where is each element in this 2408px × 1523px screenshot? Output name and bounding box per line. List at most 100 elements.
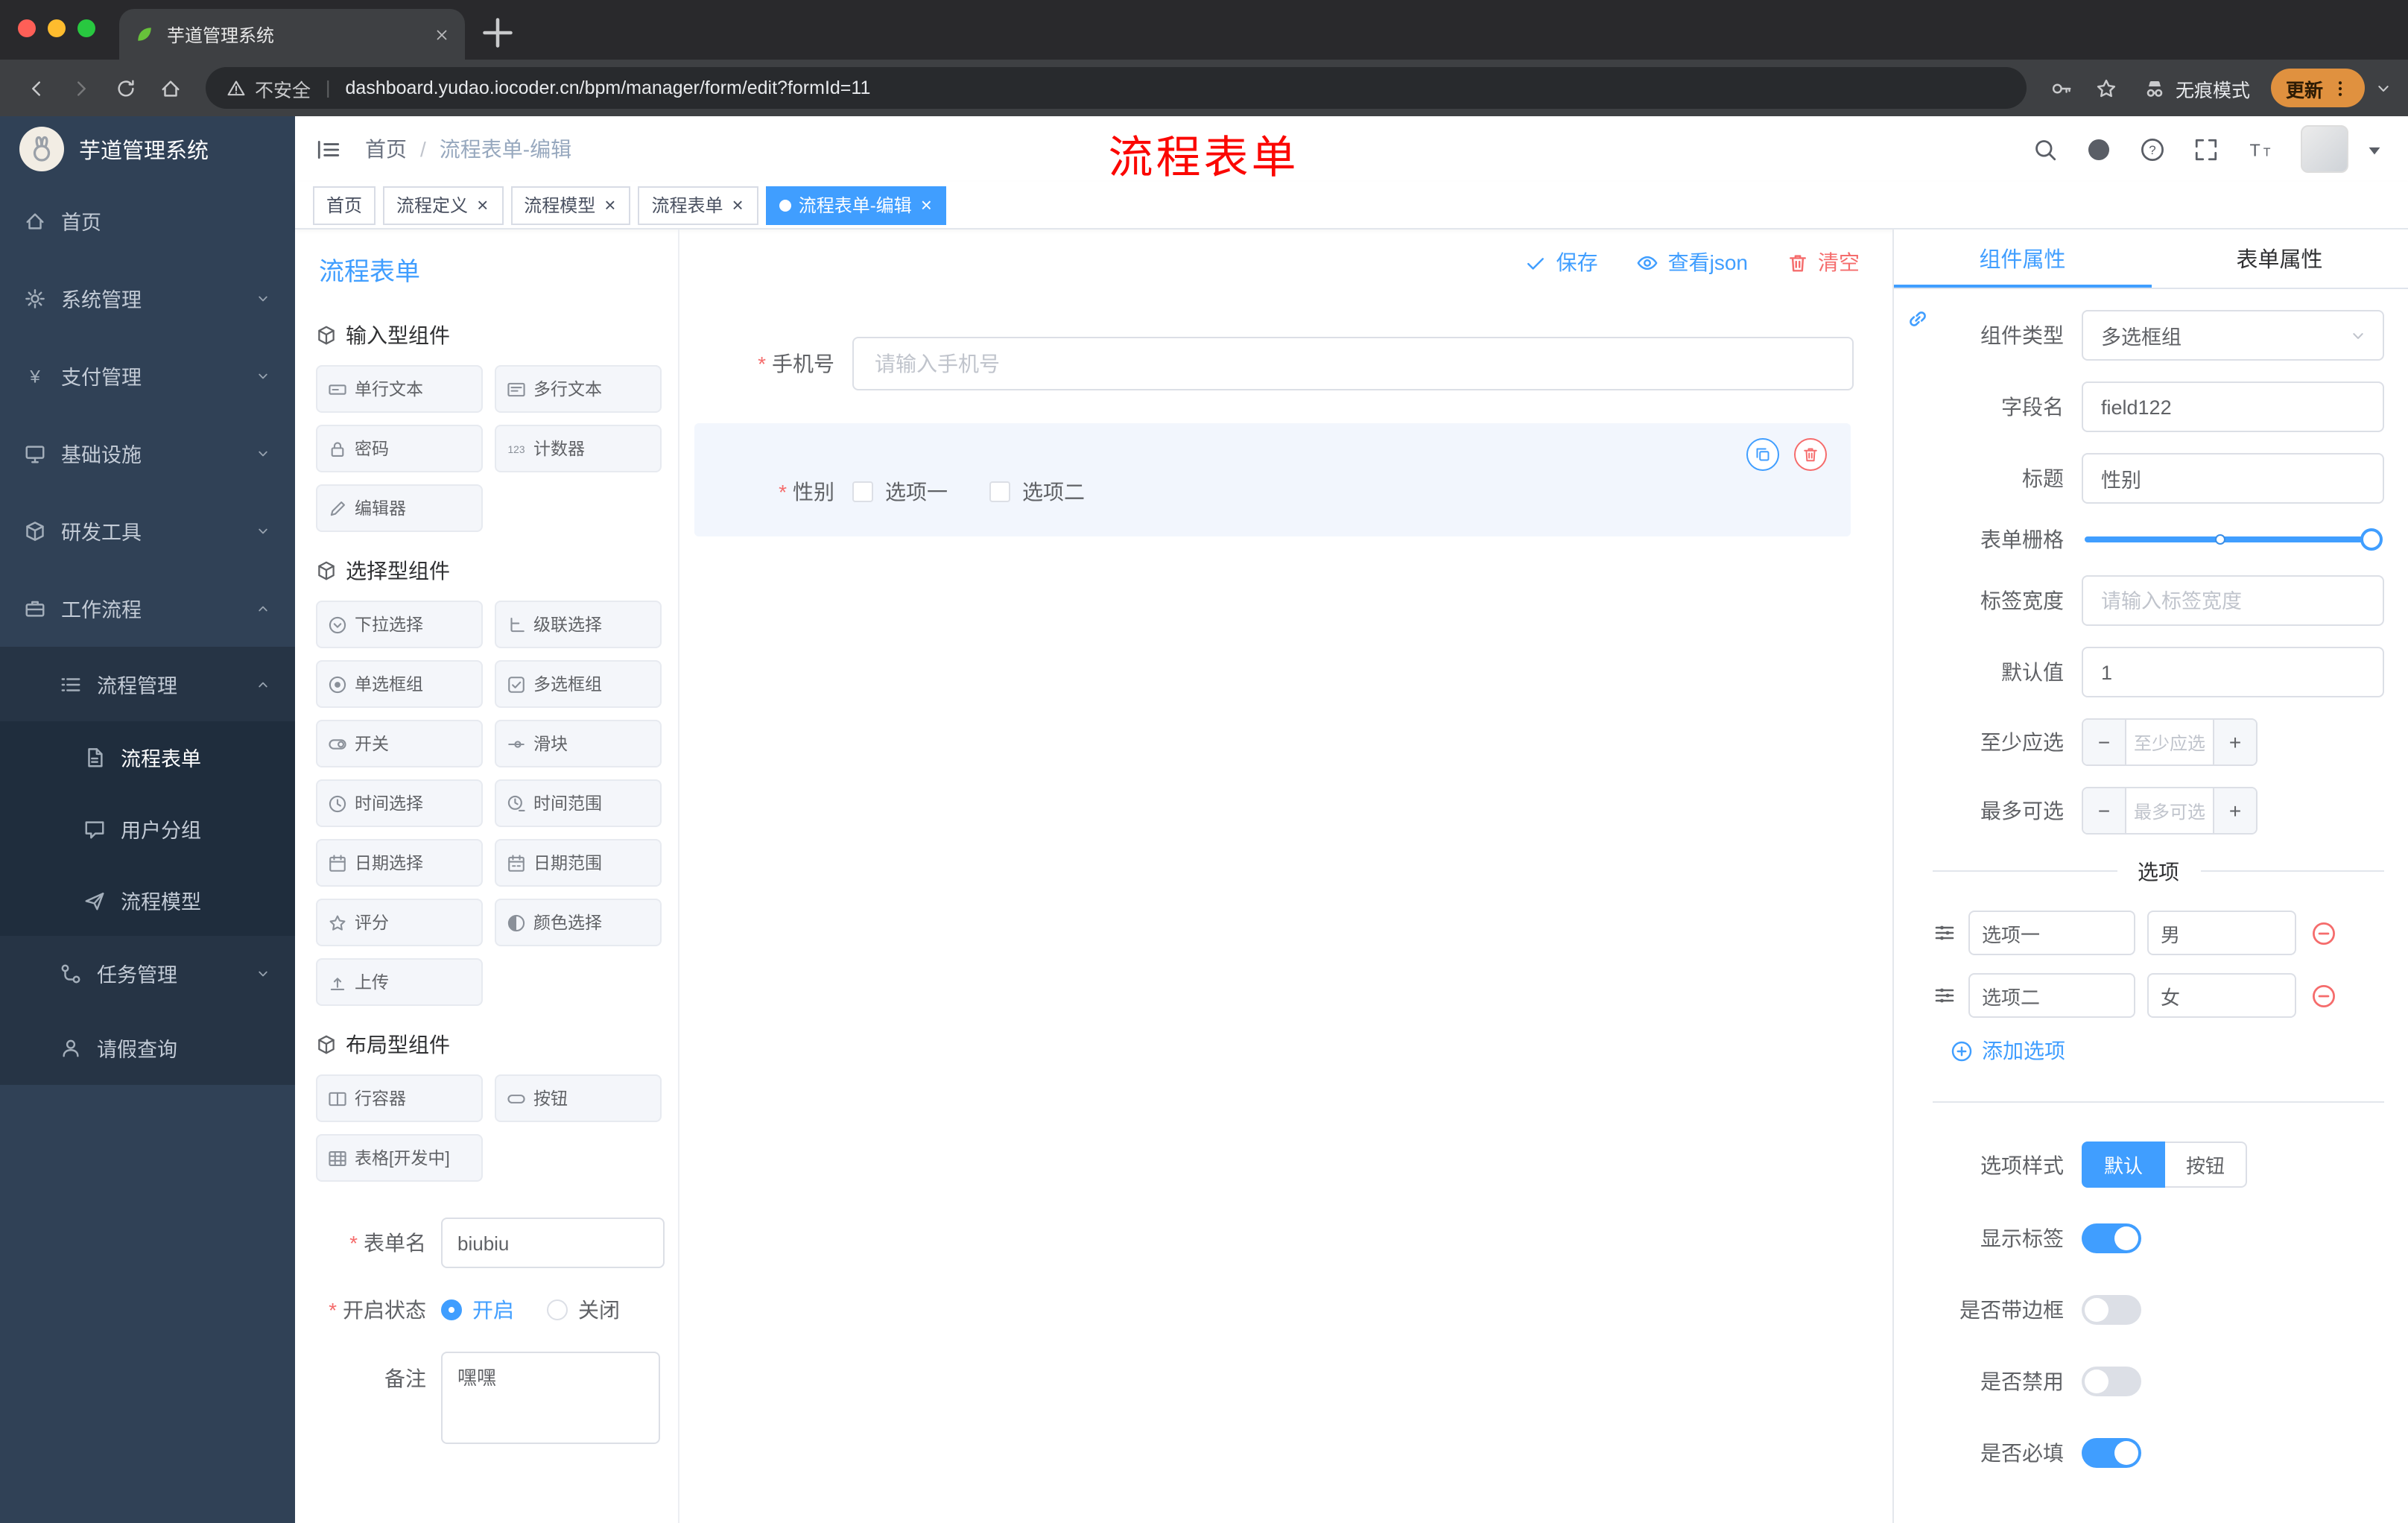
sidebar-item-send[interactable]: 流程模型 (0, 864, 295, 936)
tab-component-props[interactable]: 组件属性 (1894, 229, 2151, 288)
browser-menu-icon[interactable] (2331, 78, 2350, 98)
new-tab-button[interactable] (477, 12, 519, 54)
component-cascader[interactable]: 级联选择 (495, 601, 662, 648)
component-lock[interactable]: 密码 (316, 425, 483, 472)
tag-close-icon[interactable]: × (475, 195, 489, 215)
sidebar-item-chat[interactable]: 用户分组 (0, 793, 295, 864)
address-bar[interactable]: 不安全 | dashboard.yudao.iocoder.cn/bpm/man… (206, 67, 2027, 109)
remove-option-icon[interactable] (2311, 983, 2336, 1008)
sidebar-item-monitor[interactable]: 基础设施 (0, 414, 295, 492)
sidebar-item-user[interactable]: 请假查询 (0, 1010, 295, 1085)
component-daterange[interactable]: 日期范围 (495, 839, 662, 887)
option-value-input[interactable] (2147, 973, 2296, 1018)
window-zoom-button[interactable] (77, 19, 95, 37)
component-switch[interactable]: 开关 (316, 720, 483, 767)
tag-close-icon[interactable]: × (603, 195, 617, 215)
remark-textarea[interactable]: 嘿嘿 (441, 1352, 660, 1444)
component-type-select[interactable]: 多选框组 (2082, 310, 2384, 361)
component-editor[interactable]: 编辑器 (316, 484, 483, 532)
title-input[interactable] (2082, 453, 2384, 504)
sidebar-item-flow[interactable]: 任务管理 (0, 936, 295, 1010)
window-minimize-button[interactable] (48, 19, 66, 37)
component-counter[interactable]: 123 计数器 (495, 425, 662, 472)
tag-close-icon[interactable]: × (919, 195, 934, 215)
default-value-input[interactable] (2082, 647, 2384, 697)
component-textline[interactable]: 单行文本 (316, 365, 483, 413)
component-time[interactable]: 时间选择 (316, 779, 483, 827)
delete-component-button[interactable] (1794, 438, 1827, 471)
tab-close-icon[interactable] (434, 26, 450, 42)
component-star[interactable]: 评分 (316, 899, 483, 946)
tag-0[interactable]: 首页 (313, 186, 376, 224)
link-icon[interactable] (1906, 307, 1930, 331)
tab-form-props[interactable]: 表单属性 (2151, 229, 2408, 288)
home-button[interactable] (159, 77, 181, 99)
browser-tab[interactable]: 芋道管理系统 (119, 9, 465, 60)
window-close-button[interactable] (18, 19, 36, 37)
phone-field[interactable]: 手机号 (691, 337, 1854, 390)
decrement-button[interactable]: − (2083, 720, 2126, 764)
checkbox-option[interactable]: 选项一 (852, 477, 948, 507)
sidebar-toggle-icon[interactable] (316, 136, 341, 162)
password-key-icon[interactable] (2051, 77, 2073, 99)
checkbox[interactable] (852, 481, 873, 502)
tag-4[interactable]: 流程表单-编辑 × (765, 186, 947, 224)
sidebar-item-box[interactable]: 研发工具 (0, 492, 295, 569)
remove-option-icon[interactable] (2311, 920, 2336, 946)
option-value-input[interactable] (2147, 911, 2296, 955)
tag-1[interactable]: 流程定义 × (383, 186, 504, 224)
sidebar-logo[interactable]: 芋道管理系统 (0, 116, 295, 182)
sidebar-item-list[interactable]: 流程管理 (0, 647, 295, 721)
grid-slider[interactable] (2085, 528, 2383, 551)
component-textarea[interactable]: 多行文本 (495, 365, 662, 413)
tag-2[interactable]: 流程模型 × (510, 186, 631, 224)
component-select[interactable]: 下拉选择 (316, 601, 483, 648)
increment-button[interactable]: + (2213, 720, 2256, 764)
min-select-value[interactable]: 至少应选 (2126, 720, 2213, 764)
update-button[interactable]: 更新 (2270, 69, 2365, 107)
field-name-input[interactable] (2082, 381, 2384, 432)
form-name-input[interactable] (441, 1218, 665, 1268)
tag-close-icon[interactable]: × (731, 195, 745, 215)
fullscreen-icon[interactable] (2193, 136, 2219, 162)
option-label-input[interactable] (1968, 911, 2135, 955)
sidebar-item-yen[interactable]: ¥ 支付管理 (0, 337, 295, 414)
toggle-on[interactable] (2082, 1438, 2141, 1468)
sidebar-item-doc[interactable]: 流程表单 (0, 721, 295, 793)
component-timerange[interactable]: 时间范围 (495, 779, 662, 827)
drag-handle-icon[interactable] (1933, 921, 1956, 945)
checkbox[interactable] (989, 481, 1010, 502)
radio-closed[interactable]: 关闭 (547, 1295, 620, 1325)
decrement-button[interactable]: − (2083, 788, 2126, 833)
component-btn[interactable]: 按钮 (495, 1074, 662, 1122)
option-label-input[interactable] (1968, 973, 2135, 1018)
phone-input[interactable] (852, 337, 1854, 390)
help-icon[interactable]: ? (2140, 136, 2165, 162)
save-button[interactable]: 保存 (1525, 247, 1598, 277)
style-default-button[interactable]: 默认 (2082, 1142, 2166, 1188)
toggle-off[interactable] (2082, 1295, 2141, 1325)
avatar[interactable] (2301, 125, 2348, 173)
component-color[interactable]: 颜色选择 (495, 899, 662, 946)
component-slider[interactable]: 滑块 (495, 720, 662, 767)
github-icon[interactable] (2086, 136, 2111, 162)
reload-button[interactable] (114, 77, 136, 99)
sidebar-item-home[interactable]: 首页 (0, 182, 295, 259)
view-json-button[interactable]: 查看json (1637, 247, 1748, 277)
component-table[interactable]: 表格[开发中] (316, 1134, 483, 1182)
radio-open[interactable]: 开启 (441, 1295, 514, 1325)
toggle-off[interactable] (2082, 1367, 2141, 1396)
add-option-button[interactable]: 添加选项 (1951, 1036, 2384, 1066)
increment-button[interactable]: + (2213, 788, 2256, 833)
clear-button[interactable]: 清空 (1787, 247, 1860, 277)
font-size-icon[interactable]: TT (2247, 136, 2272, 162)
component-radio[interactable]: 单选框组 (316, 660, 483, 708)
tag-3[interactable]: 流程表单 × (638, 186, 758, 224)
component-date[interactable]: 日期选择 (316, 839, 483, 887)
style-button-button[interactable]: 按钮 (2165, 1142, 2248, 1188)
avatar-caret-icon[interactable] (2362, 136, 2387, 162)
label-width-input[interactable] (2082, 575, 2384, 626)
copy-component-button[interactable] (1746, 438, 1779, 471)
component-rowbox[interactable]: 行容器 (316, 1074, 483, 1122)
component-checkbox[interactable]: 多选框组 (495, 660, 662, 708)
